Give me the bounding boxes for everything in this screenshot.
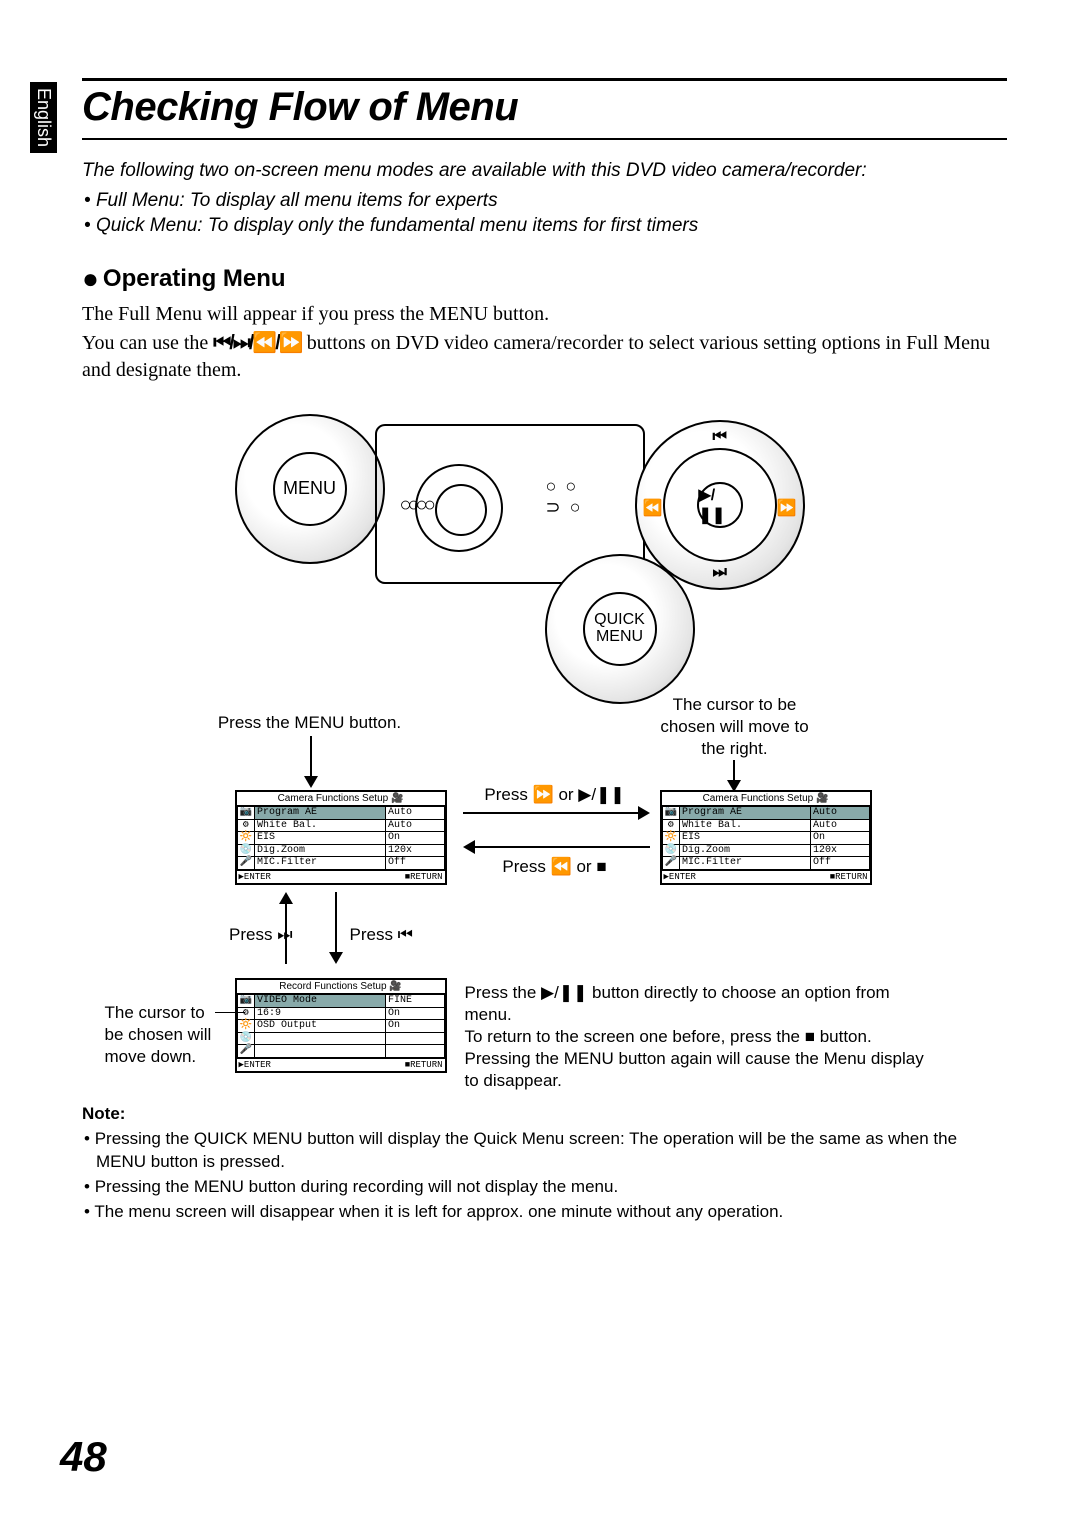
caption-press-next: Press ⏭ [213, 924, 293, 946]
navpad-illustration: ▶/❚❚ ⏮ ⏭ ⏪ ⏩ [635, 420, 805, 590]
navpad-right-icon: ⏩ [777, 498, 797, 518]
section-heading-text: Operating Menu [103, 265, 286, 292]
note-item-2: Pressing the MENU button during recordin… [82, 1176, 1007, 1199]
nav-symbols: ⏮/⏭/⏪/⏩ [213, 332, 301, 354]
intro-text: The following two on-screen menu modes a… [82, 158, 1007, 184]
caption-press-fwd: Press ⏩ or ▶/❚❚ [460, 784, 650, 806]
caption-press-menu: Press the MENU button. [205, 712, 415, 734]
quick-menu-button-illustration: QUICK MENU [545, 554, 695, 704]
quick-menu-l2: MENU [596, 629, 643, 646]
menu-button-label: MENU [283, 479, 336, 498]
arrow-down-r [733, 760, 735, 780]
language-tab: English [30, 82, 57, 153]
instruction-paragraph: Press the ▶/❚❚ button directly to choose… [465, 982, 935, 1092]
page-content: Checking Flow of Menu The following two … [82, 78, 1007, 1226]
arrow-down-2 [335, 892, 337, 952]
navpad-left-icon: ⏪ [643, 498, 663, 518]
menu-button-illustration: MENU [235, 414, 385, 564]
caption-cursor-right: The cursor to be chosen will move to the… [635, 694, 835, 760]
intro-item-1: Full Menu: To display all menu items for… [84, 188, 1007, 214]
page-number: 48 [60, 1433, 107, 1481]
arrow-right [463, 812, 638, 814]
menu-screen-camera-2: Camera Functions Setup 🎥📷Program AEAuto⚙… [660, 790, 872, 885]
note-item-1: Pressing the QUICK MENU button will disp… [82, 1128, 1007, 1174]
section-p1: The Full Menu will appear if you press t… [82, 301, 1007, 328]
note-heading: Note: [82, 1103, 1007, 1126]
menu-screen-record: Record Functions Setup 🎥📷VIDEO ModeFINE⚙… [235, 978, 447, 1073]
caption-press-prev: Press ⏮ [350, 924, 430, 946]
note-block: Note: Pressing the QUICK MENU button wil… [82, 1103, 1007, 1224]
intro-list: Full Menu: To display all menu items for… [84, 188, 1007, 239]
camera-rings-icon: ○○○○ [400, 494, 432, 517]
section-heading: ●Operating Menu [82, 263, 1007, 295]
page-title: Checking Flow of Menu [82, 85, 1007, 130]
quick-menu-l1: QUICK [594, 612, 645, 629]
note-item-3: The menu screen will disappear when it i… [82, 1201, 1007, 1224]
leader-line [215, 1012, 245, 1013]
section-p2: You can use the ⏮/⏭/⏪/⏩ buttons on DVD v… [82, 330, 1007, 384]
menu-screen-camera-1: Camera Functions Setup 🎥📷Program AEAuto⚙… [235, 790, 447, 885]
navpad-center: ▶/❚❚ [697, 482, 743, 528]
arrow-down-1 [310, 736, 312, 776]
camera-dots-icon: ○ ○⊃ ○ [546, 476, 583, 518]
caption-press-back: Press ⏪ or ■ [460, 856, 650, 878]
intro-item-2: Quick Menu: To display only the fundamen… [84, 213, 1007, 239]
navpad-down-icon: ⏭ [713, 564, 727, 582]
arrow-left [475, 846, 650, 848]
p2a: You can use the [82, 332, 213, 354]
flow-diagram: MENU ○ ○⊃ ○ ○○○○ ▶/❚❚ ⏮ ⏭ ⏪ ⏩ QUICK MENU [105, 414, 985, 1079]
navpad-up-icon: ⏮ [713, 428, 727, 446]
